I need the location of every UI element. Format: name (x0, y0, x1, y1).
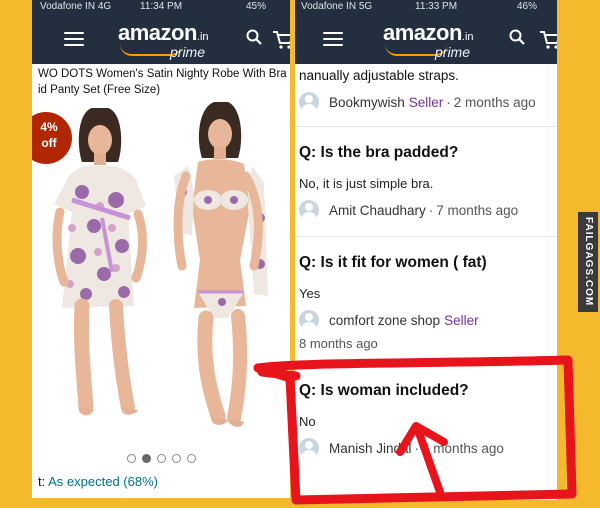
hamburger-icon[interactable] (323, 32, 343, 46)
gallery-dot[interactable] (157, 454, 166, 463)
rating-summary: t: As expected (68%) (38, 474, 158, 489)
answer-author-row: comfort zone shop Seller (299, 310, 479, 330)
answer-text: No, it is just simple bra. (299, 176, 434, 191)
gallery-pagination[interactable] (124, 450, 199, 468)
seller-badge: Seller (444, 312, 479, 328)
divider (295, 362, 557, 363)
answer-author-row: Manish Jindal · 6 months ago (299, 438, 504, 458)
user-avatar-icon (299, 92, 319, 112)
product-title-line2[interactable]: id Panty Set (Free Size) (38, 84, 160, 96)
answer-text: No (299, 414, 316, 429)
product-title-line1[interactable]: WO DOTS Women's Satin Nighty Robe With B… (38, 68, 287, 80)
product-screen: Vodafone IN 4G 11:34 PM 45% amazon.in pr… (32, 0, 290, 498)
search-icon[interactable] (246, 29, 262, 45)
status-bar: Vodafone IN 5G 11:33 PM 46% (295, 0, 557, 14)
question-text[interactable]: Q: Is it fit for women ( fat) (299, 254, 487, 272)
amazon-logo[interactable]: amazon.in prime (118, 20, 209, 60)
answer-author-row: Bookmywish Seller · 2 months ago (299, 92, 536, 112)
site-watermark: FAILGAGS.COM (578, 212, 598, 312)
cart-icon[interactable] (539, 30, 557, 50)
hamburger-icon[interactable] (64, 32, 84, 46)
model-in-bra-set (173, 102, 268, 427)
answer-time: 8 months ago (299, 336, 378, 351)
cart-icon[interactable] (272, 30, 290, 50)
gallery-dot[interactable] (172, 454, 181, 463)
gallery-dot[interactable] (187, 454, 196, 463)
gallery-dot[interactable] (127, 454, 136, 463)
question-text[interactable]: Q: Is woman included? (299, 382, 469, 400)
clock-text: 11:33 PM (415, 1, 458, 12)
seller-badge: Seller (408, 94, 444, 110)
question-text[interactable]: Q: Is the bra padded? (299, 144, 458, 162)
rating-value[interactable]: As expected (68%) (48, 474, 158, 489)
divider (295, 236, 557, 237)
amazon-header: amazon.in prime (295, 14, 557, 64)
amazon-header: amazon.in prime (32, 14, 290, 64)
answer-text: Yes (299, 286, 321, 301)
battery-text: 46% (517, 1, 538, 12)
user-avatar-icon (299, 310, 319, 330)
model-in-robe (52, 108, 147, 416)
user-avatar-icon (299, 200, 319, 220)
gallery-dot[interactable] (142, 454, 151, 463)
answer-author-row: Amit Chaudhary · 7 months ago (299, 200, 518, 220)
divider (295, 126, 557, 127)
amazon-logo[interactable]: amazon.in prime (383, 20, 474, 60)
product-image[interactable] (42, 96, 290, 444)
carrier-text: Vodafone IN 5G (301, 1, 373, 12)
previous-answer-text: nanually adjustable straps. (299, 68, 459, 83)
battery-text: 45% (246, 1, 267, 12)
user-avatar-icon (299, 438, 319, 458)
carrier-text: Vodafone IN 4G (40, 1, 112, 12)
status-bar: Vodafone IN 4G 11:34 PM 45% (32, 0, 290, 14)
qa-screen: Vodafone IN 5G 11:33 PM 46% amazon.in pr… (295, 0, 557, 500)
search-icon[interactable] (509, 29, 525, 45)
clock-text: 11:34 PM (140, 1, 183, 12)
